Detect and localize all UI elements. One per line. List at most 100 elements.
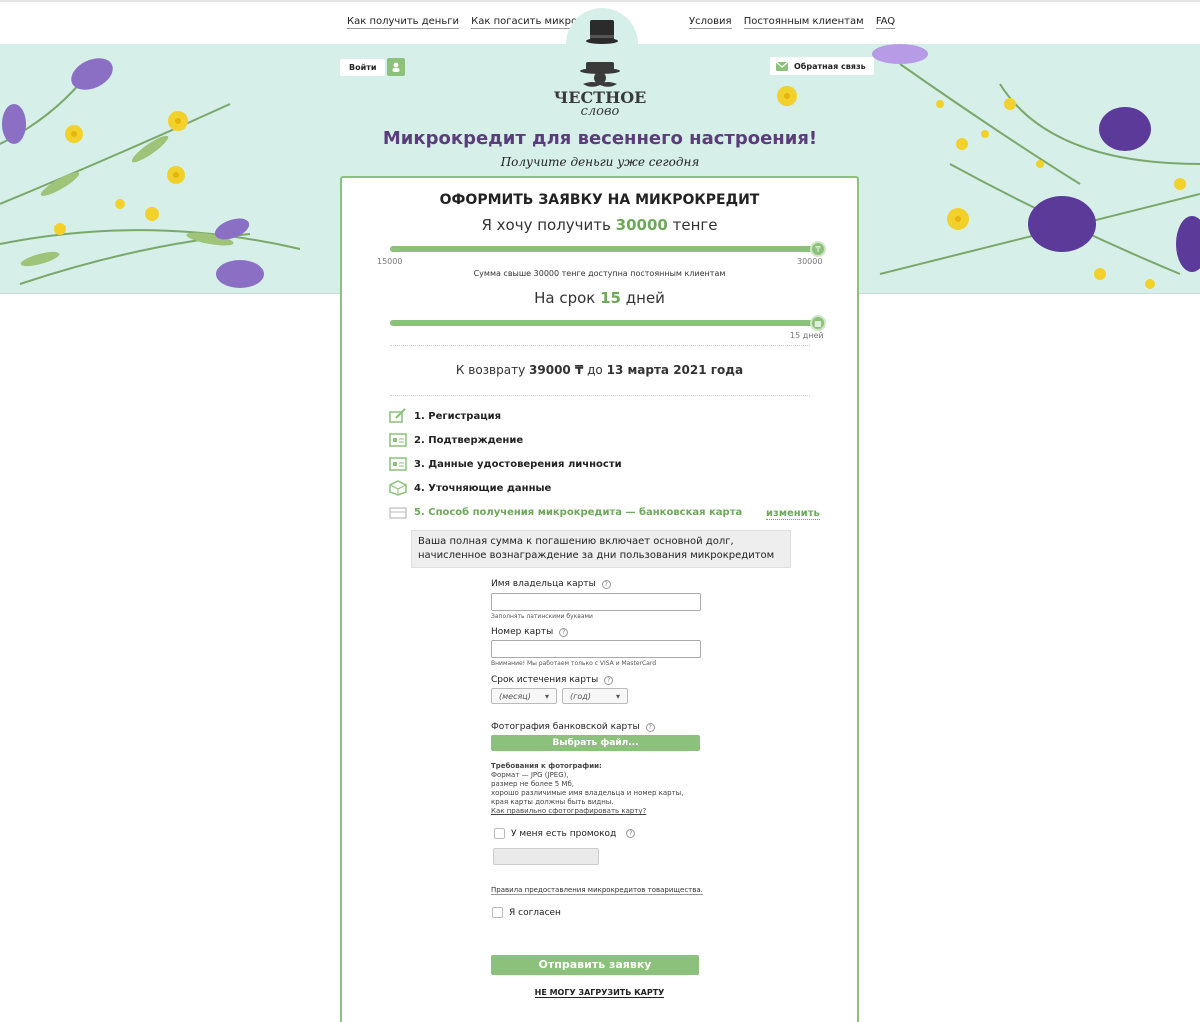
card-holder-label: Имя владельца карты ? — [491, 579, 611, 589]
nav-how-to-get-money[interactable]: Как получить деньги — [347, 16, 459, 29]
pencil-icon — [388, 407, 408, 425]
id-card-icon — [388, 455, 408, 473]
photo-label-text: Фотография банковской карты — [491, 722, 640, 732]
promo-checkbox[interactable] — [494, 828, 505, 839]
card-number-input[interactable] — [491, 640, 701, 658]
change-method-link[interactable]: изменить — [766, 508, 820, 520]
step-identity: 3. Данные удостоверения личности — [388, 454, 622, 474]
help-icon[interactable]: ? — [601, 579, 611, 589]
photo-requirements: Требования к фотографии: Формат — JPG (J… — [491, 762, 683, 816]
application-form: ОФОРМИТЬ ЗАЯВКУ НА МИКРОКРЕДИТ Я хочу по… — [340, 176, 859, 1022]
term-unit: дней — [625, 289, 665, 307]
photo-label: Фотография банковской карты ? — [491, 722, 655, 732]
requirement-line: размер не более 5 Мб, — [491, 780, 574, 788]
user-icon[interactable] — [387, 58, 406, 76]
repay-prefix: К возврату — [455, 363, 526, 377]
divider — [390, 345, 810, 346]
expiry-label: Срок истечения карты ? — [491, 675, 614, 685]
step-label: 3. Данные удостоверения личности — [414, 458, 622, 470]
card-icon — [388, 503, 408, 521]
nav-faq[interactable]: FAQ — [875, 16, 896, 29]
term-value: 15 — [600, 289, 621, 307]
mail-icon — [776, 61, 788, 71]
amount-note: Сумма свыше 30000 тенге доступна постоян… — [473, 269, 726, 278]
form-title: ОФОРМИТЬ ЗАЯВКУ НА МИКРОКРЕДИТ — [439, 192, 760, 208]
requirement-line: края карты должны быть видны. — [491, 798, 614, 806]
repay-date: 13 марта 2021 года — [606, 363, 744, 377]
amount-slider-handle[interactable]: ₸ — [810, 241, 826, 257]
card-number-label-text: Номер карты — [491, 627, 554, 637]
amount-prefix: Я хочу получить — [481, 216, 611, 234]
amount-unit: тенге — [672, 216, 718, 234]
expiry-label-text: Срок истечения карты — [491, 675, 599, 685]
top-hat-icon — [586, 20, 618, 44]
agree-checkbox[interactable] — [492, 907, 503, 918]
rules-link[interactable]: Правила предоставления микрокредитов тов… — [491, 886, 703, 895]
mustache-logo-icon — [580, 62, 620, 87]
repay-mid: до — [587, 363, 603, 377]
card-number-hint: Внимание! Мы работаем только с VISA и Ma… — [491, 660, 657, 667]
step-receiving-method: 5. Способ получения микрокредита — банко… — [388, 502, 742, 522]
step-registration: 1. Регистрация — [388, 406, 501, 426]
repay-amount: 39000 ₸ — [529, 363, 584, 377]
term-summary: На срок 15 дней — [342, 289, 857, 307]
feedback-button[interactable]: Обратная связь — [770, 57, 874, 75]
cant-load-card-link[interactable]: НЕ МОГУ ЗАГРУЗИТЬ КАРТУ — [534, 988, 665, 998]
agree-checkbox-row: Я согласен — [492, 907, 561, 918]
nav-regular-clients[interactable]: Постоянным клиентам — [743, 16, 864, 29]
help-icon[interactable]: ? — [645, 722, 655, 732]
promo-code-input[interactable] — [493, 848, 599, 865]
cant-load-card-row: НЕ МОГУ ЗАГРУЗИТЬ КАРТУ — [342, 988, 857, 998]
id-card-icon — [388, 431, 408, 449]
photo-howto-link[interactable]: Как правильно сфотографировать карту? — [491, 807, 683, 816]
logo-text-script: слово — [580, 104, 620, 119]
card-holder-input[interactable] — [491, 593, 701, 611]
year-select-value: (год) — [570, 691, 591, 701]
term-tick-label: 15 дней — [790, 331, 824, 340]
help-icon[interactable]: ? — [626, 829, 636, 838]
top-nav-right: Условия Постоянным клиентам FAQ — [689, 16, 904, 29]
requirement-line: Формат — JPG (JPEG), — [491, 771, 569, 779]
term-slider-handle[interactable]: ▦ — [810, 315, 826, 331]
expiry-year-select[interactable]: (год) ▾ — [562, 688, 628, 704]
card-holder-hint: Заполнять латинскими буквами — [491, 613, 593, 620]
nav-conditions[interactable]: Условия — [689, 16, 732, 29]
step-details: 4. Уточняющие данные — [388, 478, 551, 498]
step-label: 1. Регистрация — [414, 410, 502, 422]
card-holder-label-text: Имя владельца карты — [491, 579, 596, 589]
step-label: 5. Способ получения микрокредита — банко… — [414, 506, 743, 518]
amount-slider[interactable]: ₸ — [390, 241, 826, 257]
chevron-down-icon: ▾ — [544, 691, 549, 701]
step-label: 4. Уточняющие данные — [414, 482, 552, 494]
repayment-info: Ваша полная сумма к погашению включает о… — [411, 530, 791, 568]
amount-summary: Я хочу получить 30000 тенге — [342, 216, 857, 234]
month-select-value: (месяц) — [499, 691, 531, 701]
term-prefix: На срок — [534, 289, 596, 307]
help-icon[interactable]: ? — [604, 675, 614, 685]
card-number-label: Номер карты ? — [491, 627, 569, 637]
expiry-month-select[interactable]: (месяц) ▾ — [491, 688, 557, 704]
box-icon — [388, 479, 408, 497]
step-confirmation: 2. Подтверждение — [388, 430, 523, 450]
step-label: 2. Подтверждение — [414, 434, 524, 446]
submit-button[interactable]: Отправить заявку — [491, 955, 699, 975]
choose-file-button[interactable]: Выбрать файл... — [491, 735, 700, 751]
chevron-down-icon: ▾ — [615, 691, 620, 701]
logo-tab — [566, 8, 638, 56]
hero-subline: Получите деньги уже сегодня — [500, 155, 700, 169]
login-button[interactable]: Войти — [340, 58, 386, 76]
amount-max-label: 30000 — [797, 257, 823, 266]
feedback-label: Обратная связь — [794, 61, 866, 71]
term-slider[interactable]: ▦ — [390, 315, 826, 331]
amount-min-label: 15000 — [377, 257, 403, 266]
top-border — [0, 0, 1200, 2]
login-area: Войти — [340, 58, 406, 76]
amount-value: 30000 — [615, 216, 668, 234]
promo-label: У меня есть промокод — [511, 828, 617, 839]
requirements-title: Требования к фотографии: — [491, 762, 602, 770]
divider — [390, 395, 810, 396]
promo-checkbox-row: У меня есть промокод ? — [494, 828, 636, 839]
requirement-line: хорошо различимые имя владельца и номер … — [491, 789, 684, 797]
help-icon[interactable]: ? — [559, 627, 569, 637]
hero-headline: Микрокредит для весеннего настроения! — [382, 128, 818, 149]
